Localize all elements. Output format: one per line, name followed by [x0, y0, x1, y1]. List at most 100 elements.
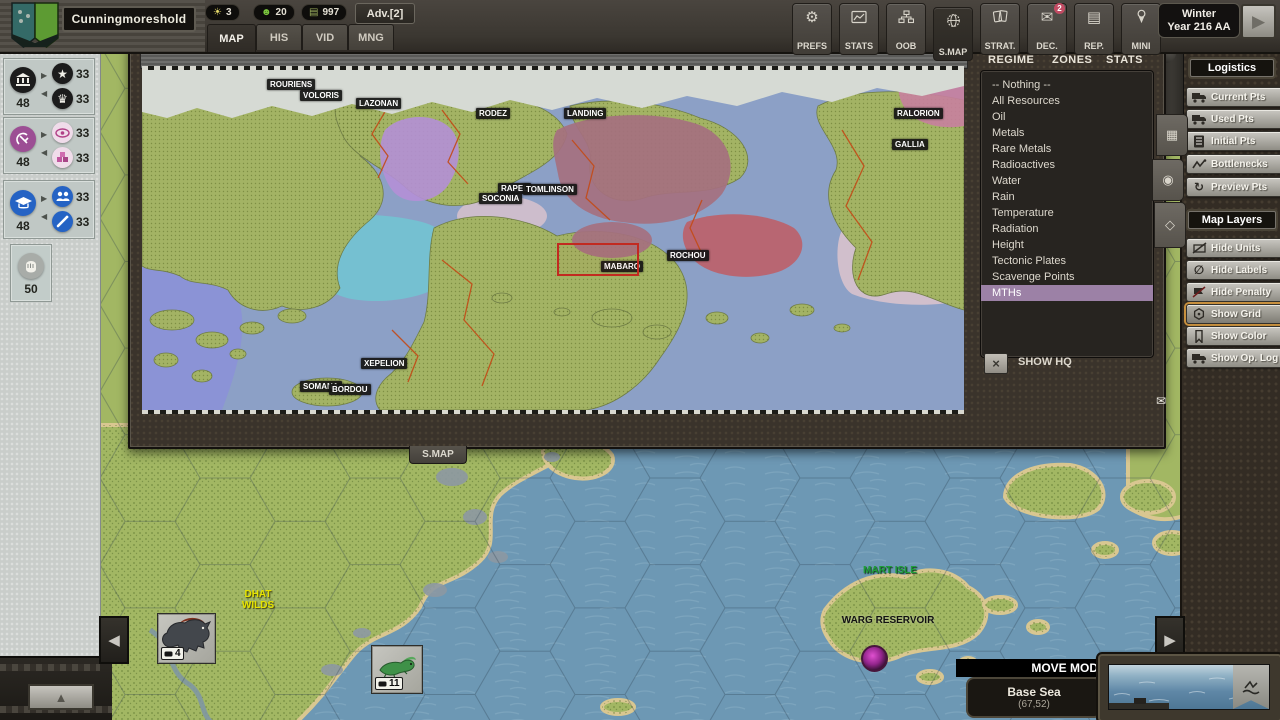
button-label: PREFS	[797, 41, 827, 51]
button-label: Preview Pts	[1211, 182, 1267, 193]
layer-list-item[interactable]: Rain	[981, 189, 1153, 205]
logistics-header: Logistics	[1190, 59, 1274, 77]
beast-unit-counter[interactable]: 4	[157, 613, 216, 664]
tile-coords: (67,52)	[1018, 699, 1050, 711]
button-label: Hide Penalty	[1211, 287, 1271, 298]
initial-pts-button[interactable]: Initial Pts	[1186, 131, 1280, 151]
current-pts-button[interactable]: Current Pts	[1186, 87, 1280, 107]
used-pts-button[interactable]: Used Pts	[1186, 109, 1280, 129]
layer-list-item[interactable]: Scavenge Points	[981, 269, 1153, 285]
stats-button[interactable]: STATS	[839, 3, 879, 55]
chart-icon	[851, 8, 867, 25]
hammer-sickle-icon[interactable]	[10, 126, 36, 152]
government-group: 48 ▶ ◀ ★ ♛ 33 33	[3, 58, 95, 115]
arrow-forward-icon: ▶	[41, 130, 47, 139]
show-grid-button[interactable]: Show Grid	[1186, 304, 1280, 324]
hide-penalty-button[interactable]: Hide Penalty	[1186, 282, 1280, 302]
layer-list-item[interactable]: Radiation	[981, 221, 1153, 237]
strat-button[interactable]: STRAT.	[980, 3, 1020, 55]
sun-icon: ☀	[213, 8, 222, 18]
people-icon[interactable]	[52, 186, 73, 207]
tab-vid[interactable]: VID	[302, 24, 348, 50]
advisor-button[interactable]: Adv.[2]	[355, 3, 415, 24]
tag-view-tab[interactable]: ◇	[1154, 202, 1186, 248]
mini-button[interactable]: MINI	[1121, 3, 1161, 55]
preview-pts-button[interactable]: ↻ Preview Pts	[1186, 177, 1280, 197]
bottleneck-graph-icon	[1191, 159, 1207, 170]
region-label-mart-isle: MART ISLE	[862, 565, 918, 576]
button-label: Initial Pts	[1211, 136, 1255, 147]
stat-value: 33	[76, 126, 89, 140]
smap-button[interactable]: S.MAP	[933, 7, 973, 61]
scroll-up-button[interactable]: ▲	[28, 684, 94, 710]
city-label: XEPELION	[361, 358, 407, 369]
tab-mng[interactable]: MNG	[348, 24, 394, 50]
mail-icon: ✉	[1041, 8, 1054, 25]
layer-list-item[interactable]: -- Nothing --	[981, 77, 1153, 93]
world-map[interactable]: ROURIENS VOLORIS LAZONAN RODEZ LANDING R…	[142, 70, 964, 410]
lizard-unit-counter[interactable]: 11	[371, 645, 423, 694]
arrow-back-icon: ◀	[41, 212, 47, 221]
button-label: Hide Units	[1211, 243, 1260, 254]
creature-icon	[378, 681, 387, 687]
resource-value: 20	[276, 7, 287, 18]
scroll-left-button[interactable]: ◀	[99, 616, 129, 664]
layer-list-item[interactable]: Water	[981, 173, 1153, 189]
city-label: LAZONAN	[356, 98, 401, 109]
hide-units-button[interactable]: Hide Units	[1186, 238, 1280, 258]
bottlenecks-button[interactable]: Bottlenecks	[1186, 154, 1280, 174]
purple-creature-unit[interactable]	[861, 645, 888, 672]
stat-value: 48	[4, 96, 42, 110]
prefs-button[interactable]: ⚙ PREFS	[792, 3, 832, 55]
grid-view-tab[interactable]: ▦	[1156, 114, 1188, 156]
layer-list-item[interactable]: MTHs	[981, 285, 1153, 301]
button-label: STRAT.	[985, 41, 1016, 51]
temple-icon[interactable]	[10, 67, 36, 93]
layer-list-item[interactable]: Radioactives	[981, 157, 1153, 173]
reports-button[interactable]: ▤ REP.	[1074, 3, 1114, 55]
decisions-button[interactable]: 2 ✉ DEC.	[1027, 3, 1067, 55]
graduation-cap-icon[interactable]	[10, 190, 36, 216]
show-hq-checkbox[interactable]: ×	[984, 353, 1008, 374]
morale-resource: ☻ 20	[253, 4, 295, 21]
show-color-button[interactable]: Show Color	[1186, 326, 1280, 346]
oob-button[interactable]: OOB	[886, 3, 926, 55]
layer-list-item[interactable]: Temperature	[981, 205, 1153, 221]
faction-flag[interactable]	[10, 2, 60, 49]
credits-icon: ▤	[309, 8, 318, 18]
baton-icon[interactable]	[52, 211, 73, 232]
show-op-log-button[interactable]: Show Op. Log	[1186, 348, 1280, 368]
crossed-circle-icon: ∅	[1191, 263, 1207, 277]
viewport-selection-rect[interactable]	[557, 243, 639, 276]
unrest-group: 50	[10, 244, 52, 302]
button-label: Hide Labels	[1211, 265, 1267, 276]
layer-list-item[interactable]: Rare Metals	[981, 141, 1153, 157]
resource-value: 3	[226, 7, 232, 18]
layer-list-item[interactable]: All Resources	[981, 93, 1153, 109]
layer-list-item[interactable]: Metals	[981, 125, 1153, 141]
arrow-back-icon: ◀	[41, 148, 47, 157]
hide-labels-button[interactable]: ∅ Hide Labels	[1186, 260, 1280, 280]
eye-view-tab[interactable]: ◉	[1152, 159, 1184, 201]
cubes-icon[interactable]	[52, 147, 73, 168]
eye-icon[interactable]	[52, 122, 73, 143]
stat-value: 48	[4, 219, 42, 233]
layer-list-item[interactable]: Height	[981, 237, 1153, 253]
star-icon[interactable]: ★	[52, 63, 73, 84]
fist-icon[interactable]	[18, 253, 44, 279]
tab-his[interactable]: HIS	[256, 24, 302, 50]
crown-icon[interactable]: ♛	[52, 88, 73, 109]
city-label: RODEZ	[476, 108, 510, 119]
layer-list-item[interactable]: Oil	[981, 109, 1153, 125]
tab-map[interactable]: MAP	[207, 24, 256, 52]
end-turn-button[interactable]: ▶	[1241, 4, 1276, 39]
world-map-art	[142, 70, 964, 410]
message-icon[interactable]: ✉	[1156, 394, 1166, 408]
layer-list-item[interactable]: Tectonic Plates	[981, 253, 1153, 269]
regime-title[interactable]: Cunningmoreshold	[62, 6, 196, 32]
smap-window-tab[interactable]: S.MAP	[409, 446, 467, 464]
refresh-icon: ↻	[1191, 180, 1207, 194]
map-layer-list: -- Nothing --All ResourcesOilMetalsRare …	[980, 70, 1154, 358]
city-label: ROURIENS	[267, 79, 315, 90]
tile-preview-panel[interactable]	[1096, 652, 1280, 720]
